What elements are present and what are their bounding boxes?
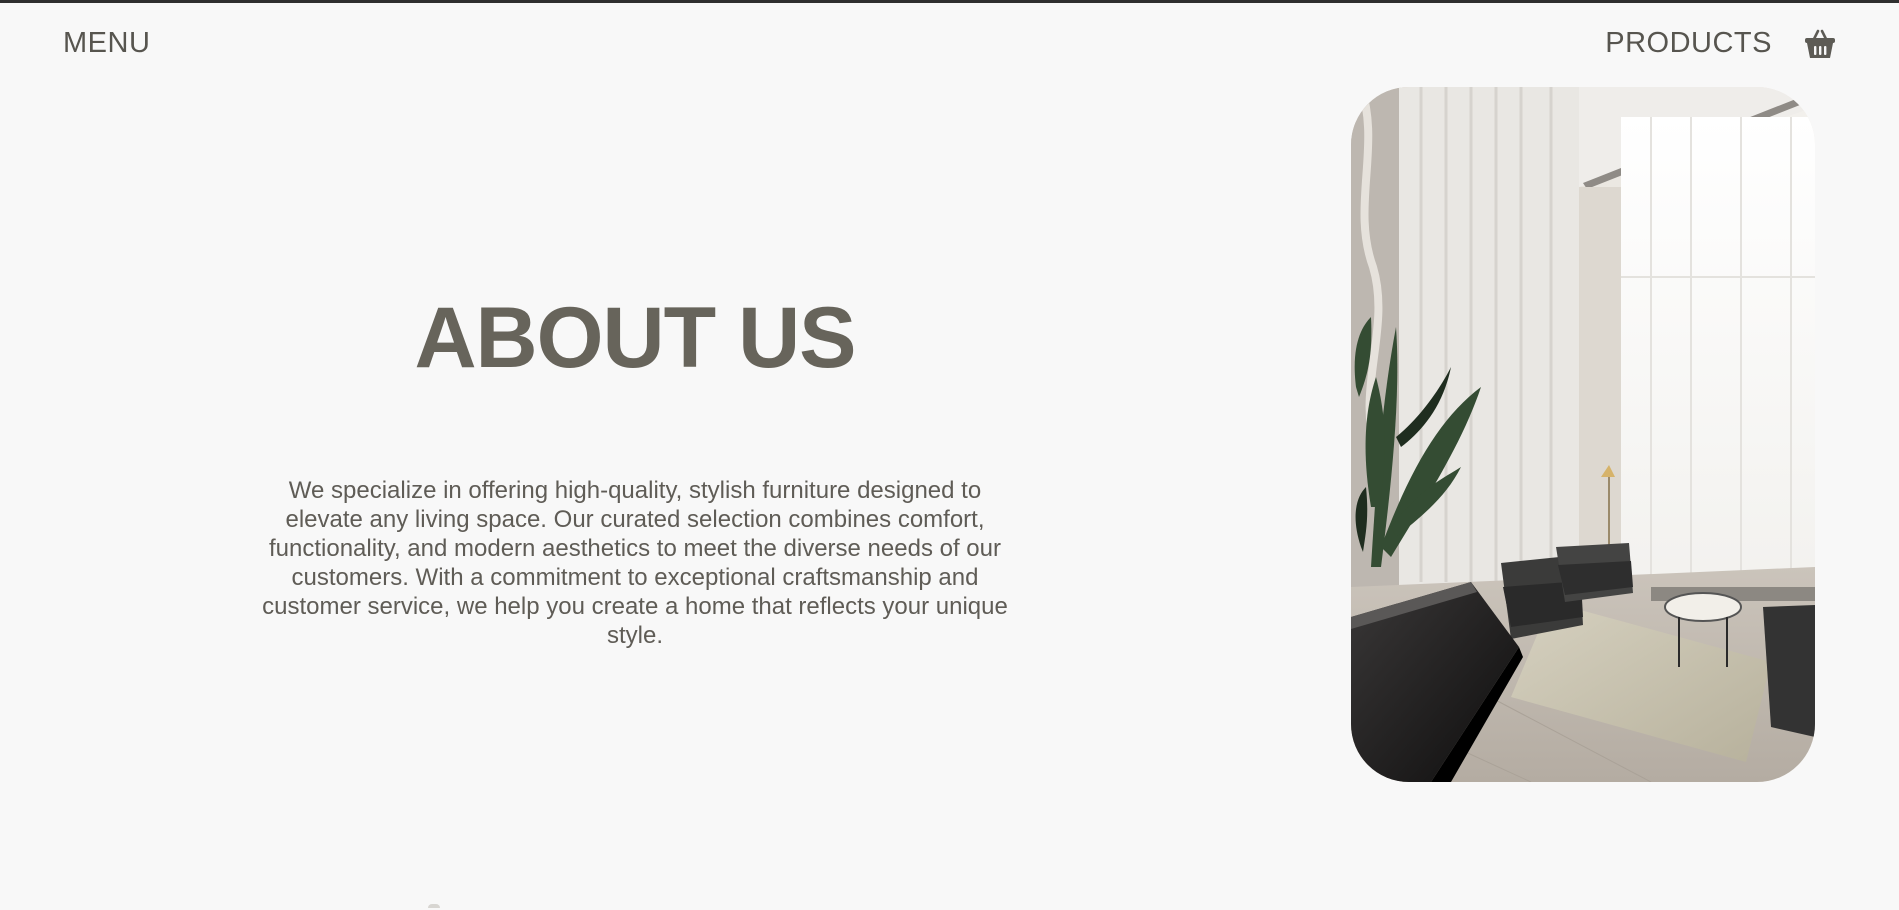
scroll-hint xyxy=(428,904,440,908)
about-description: We specialize in offering high-quality, … xyxy=(262,477,1008,649)
site-header: MENU PRODUCTS xyxy=(0,3,1899,83)
products-link[interactable]: PRODUCTS xyxy=(1605,27,1772,60)
page-title: ABOUT US xyxy=(414,290,856,386)
showroom-lounge-photo xyxy=(1351,87,1815,782)
basket-icon[interactable] xyxy=(1803,27,1837,61)
menu-link[interactable]: MENU xyxy=(63,27,150,60)
